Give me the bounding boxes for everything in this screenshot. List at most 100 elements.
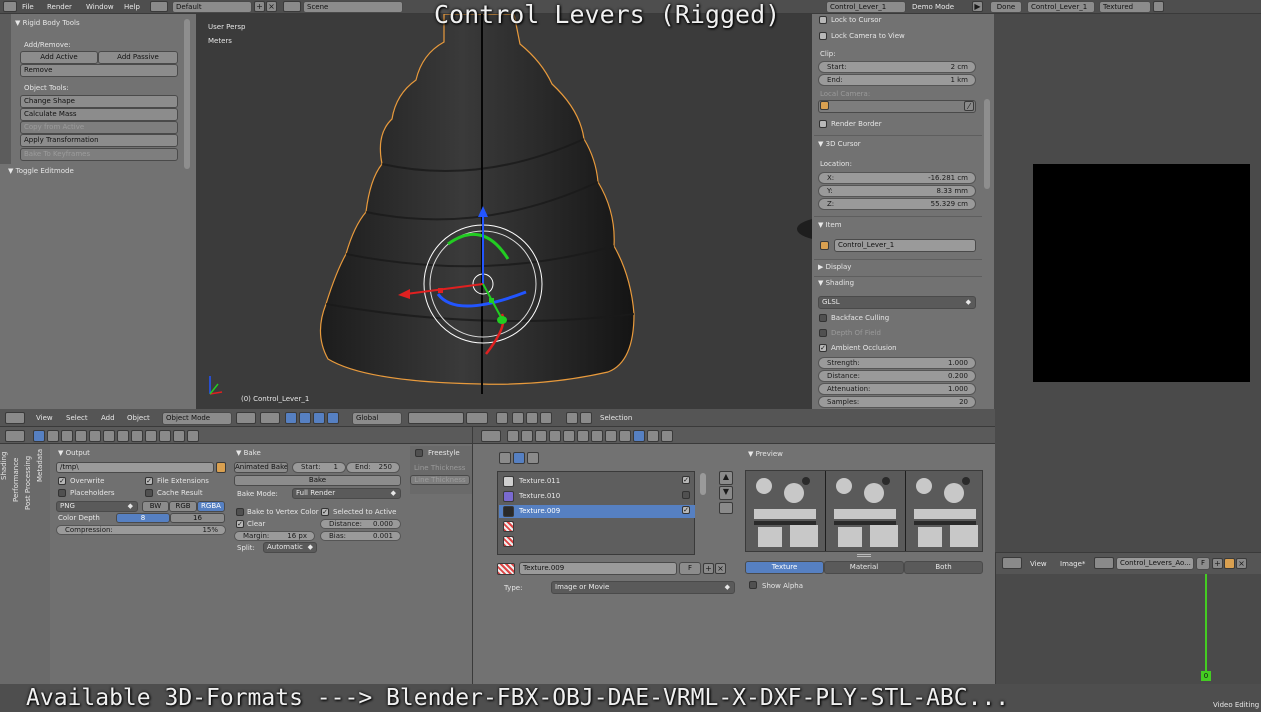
color-depth-16-button[interactable]: 16	[170, 513, 225, 523]
item-header[interactable]: ▼ Item	[818, 221, 842, 229]
unlink-image-icon[interactable]: ×	[1236, 558, 1247, 569]
copy-from-active-button[interactable]: Copy from Active	[20, 121, 178, 134]
physics-tab-icon[interactable]	[187, 430, 199, 442]
modifiers-tab-icon[interactable]	[117, 430, 129, 442]
animated-bake-button[interactable]: Animated Bake	[234, 462, 288, 473]
remove-button[interactable]: Remove	[20, 64, 178, 77]
shading-dropdown-icon[interactable]	[1153, 1, 1164, 12]
menu-help[interactable]: Help	[124, 3, 140, 11]
done-button[interactable]: Done	[990, 1, 1022, 13]
data-tab-icon[interactable]	[131, 430, 143, 442]
depth-of-field-checkbox[interactable]	[819, 329, 827, 337]
material-tab-icon[interactable]	[619, 430, 631, 442]
preview-tab-texture[interactable]: Texture	[745, 561, 824, 574]
image-menu-view[interactable]: View	[1030, 560, 1047, 568]
render-tab-icon[interactable]	[33, 430, 45, 442]
preview-tab-material[interactable]: Material	[824, 561, 904, 574]
compression-field[interactable]: Compression: 15%	[56, 525, 226, 535]
object-tab-icon[interactable]	[563, 430, 575, 442]
manipulator-icon[interactable]	[285, 412, 297, 424]
play-icon[interactable]: ▶	[972, 1, 983, 12]
texture-slot-enabled[interactable]: ✓	[682, 476, 690, 484]
file-extensions-checkbox[interactable]: ✓	[145, 477, 153, 485]
placeholders-checkbox[interactable]	[58, 489, 66, 497]
split-select[interactable]: Automatic ◆	[263, 542, 317, 553]
properties-editor-icon[interactable]	[481, 430, 501, 442]
texture-slot-5[interactable]	[499, 535, 695, 548]
unlink-texture-icon[interactable]: ×	[715, 563, 726, 574]
selection-label[interactable]: Selection	[600, 414, 632, 422]
particles-tab-icon[interactable]	[647, 430, 659, 442]
material-tab-icon[interactable]	[145, 430, 157, 442]
n-panel-scrollbar[interactable]	[984, 99, 990, 189]
texture-slot-enabled[interactable]	[682, 491, 690, 499]
shading-mode-select[interactable]: GLSL ◆	[818, 296, 976, 309]
image-editor-canvas[interactable]: 0 0 2000	[995, 574, 1261, 692]
viewport-shading-field[interactable]: Textured	[1099, 1, 1151, 13]
control-lever-model[interactable]	[196, 14, 812, 409]
bake-button[interactable]: Bake	[234, 475, 401, 486]
snap-icon[interactable]	[512, 412, 524, 424]
tab-shading[interactable]: Shading	[0, 452, 8, 480]
change-shape-button[interactable]: Change Shape	[20, 95, 178, 108]
menu-window[interactable]: Window	[86, 3, 114, 11]
cache-result-checkbox[interactable]	[145, 489, 153, 497]
layout-icon[interactable]	[150, 1, 168, 12]
layers-tab-icon[interactable]	[521, 430, 533, 442]
video-editing-label[interactable]: Video Editing	[1213, 701, 1259, 709]
output-path-field[interactable]: /tmp\	[56, 462, 214, 473]
rotate-icon[interactable]	[313, 412, 325, 424]
layers-tab-icon[interactable]	[47, 430, 59, 442]
preview-tab-both[interactable]: Both	[904, 561, 983, 574]
properties-editor-icon[interactable]	[5, 430, 25, 442]
texture-list-scrollbar[interactable]	[700, 473, 706, 495]
bake-distance-field[interactable]: Distance: 0.000	[320, 519, 401, 529]
shading-header[interactable]: ▼ Shading	[818, 279, 854, 287]
layers-icon[interactable]	[408, 412, 464, 424]
move-up-icon[interactable]: ▲	[719, 471, 733, 485]
particles-tab-icon[interactable]	[173, 430, 185, 442]
toggle-editmode-header[interactable]: ▼ Toggle Editmode	[8, 167, 74, 175]
menu-file[interactable]: File	[22, 3, 34, 11]
texture-slot-4[interactable]	[499, 520, 695, 533]
selected-to-active-checkbox[interactable]: ✓	[321, 508, 329, 516]
tab-metadata[interactable]: Metadata	[36, 449, 44, 482]
layers-2-icon[interactable]	[466, 412, 488, 424]
preview-resize-handle[interactable]	[857, 554, 871, 557]
cursor-y-field[interactable]: Y: 8.33 mm	[818, 185, 976, 197]
bake-header[interactable]: ▼ Bake	[236, 449, 261, 457]
texture-slot-2[interactable]: Texture.010	[499, 490, 695, 503]
constraints-tab-icon[interactable]	[103, 430, 115, 442]
preview-header[interactable]: ▼ Preview	[748, 450, 783, 458]
image-menu-image[interactable]: Image*	[1060, 560, 1085, 568]
menu-object[interactable]: Object	[127, 414, 150, 422]
tab-post-processing[interactable]: Post Processing	[24, 456, 32, 510]
eyedropper-icon[interactable]: ⁄	[964, 101, 974, 111]
menu-view[interactable]: View	[36, 414, 53, 422]
scene-tab-icon[interactable]	[61, 430, 73, 442]
add-active-button[interactable]: Add Active	[20, 51, 98, 64]
add-passive-button[interactable]: Add Passive	[98, 51, 178, 64]
texture-slot-enabled[interactable]: ✓	[682, 506, 690, 514]
texture-type-select[interactable]: Image or Movie ◆	[551, 581, 735, 594]
render-tab-icon[interactable]	[507, 430, 519, 442]
orientation-select[interactable]: Global	[352, 412, 402, 425]
data-tab-icon[interactable]	[605, 430, 617, 442]
image-name-field[interactable]: Control_Levers_Ao...	[1116, 557, 1194, 570]
bake-end-field[interactable]: End: 250	[346, 462, 400, 473]
color-bw-button[interactable]: BW	[142, 501, 169, 512]
texture-name-field[interactable]: Texture.009	[519, 562, 677, 575]
object-tab-icon[interactable]	[89, 430, 101, 442]
image-fake-user-button[interactable]: F	[1196, 557, 1210, 570]
overwrite-checkbox[interactable]: ✓	[58, 477, 66, 485]
lock-camera-checkbox[interactable]	[819, 32, 827, 40]
texture-tab-icon[interactable]	[159, 430, 171, 442]
proportional-icon[interactable]	[496, 412, 508, 424]
modifiers-tab-icon[interactable]	[591, 430, 603, 442]
display-header[interactable]: ▶ Display	[818, 263, 851, 271]
line-thickness-field[interactable]: Line Thickness	[410, 475, 470, 485]
top-object-field[interactable]: Control_Lever_1	[1027, 1, 1095, 13]
ao-distance-field[interactable]: Distance: 0.200	[818, 370, 976, 382]
scale-icon[interactable]	[327, 412, 339, 424]
menu-add[interactable]: Add	[101, 414, 115, 422]
